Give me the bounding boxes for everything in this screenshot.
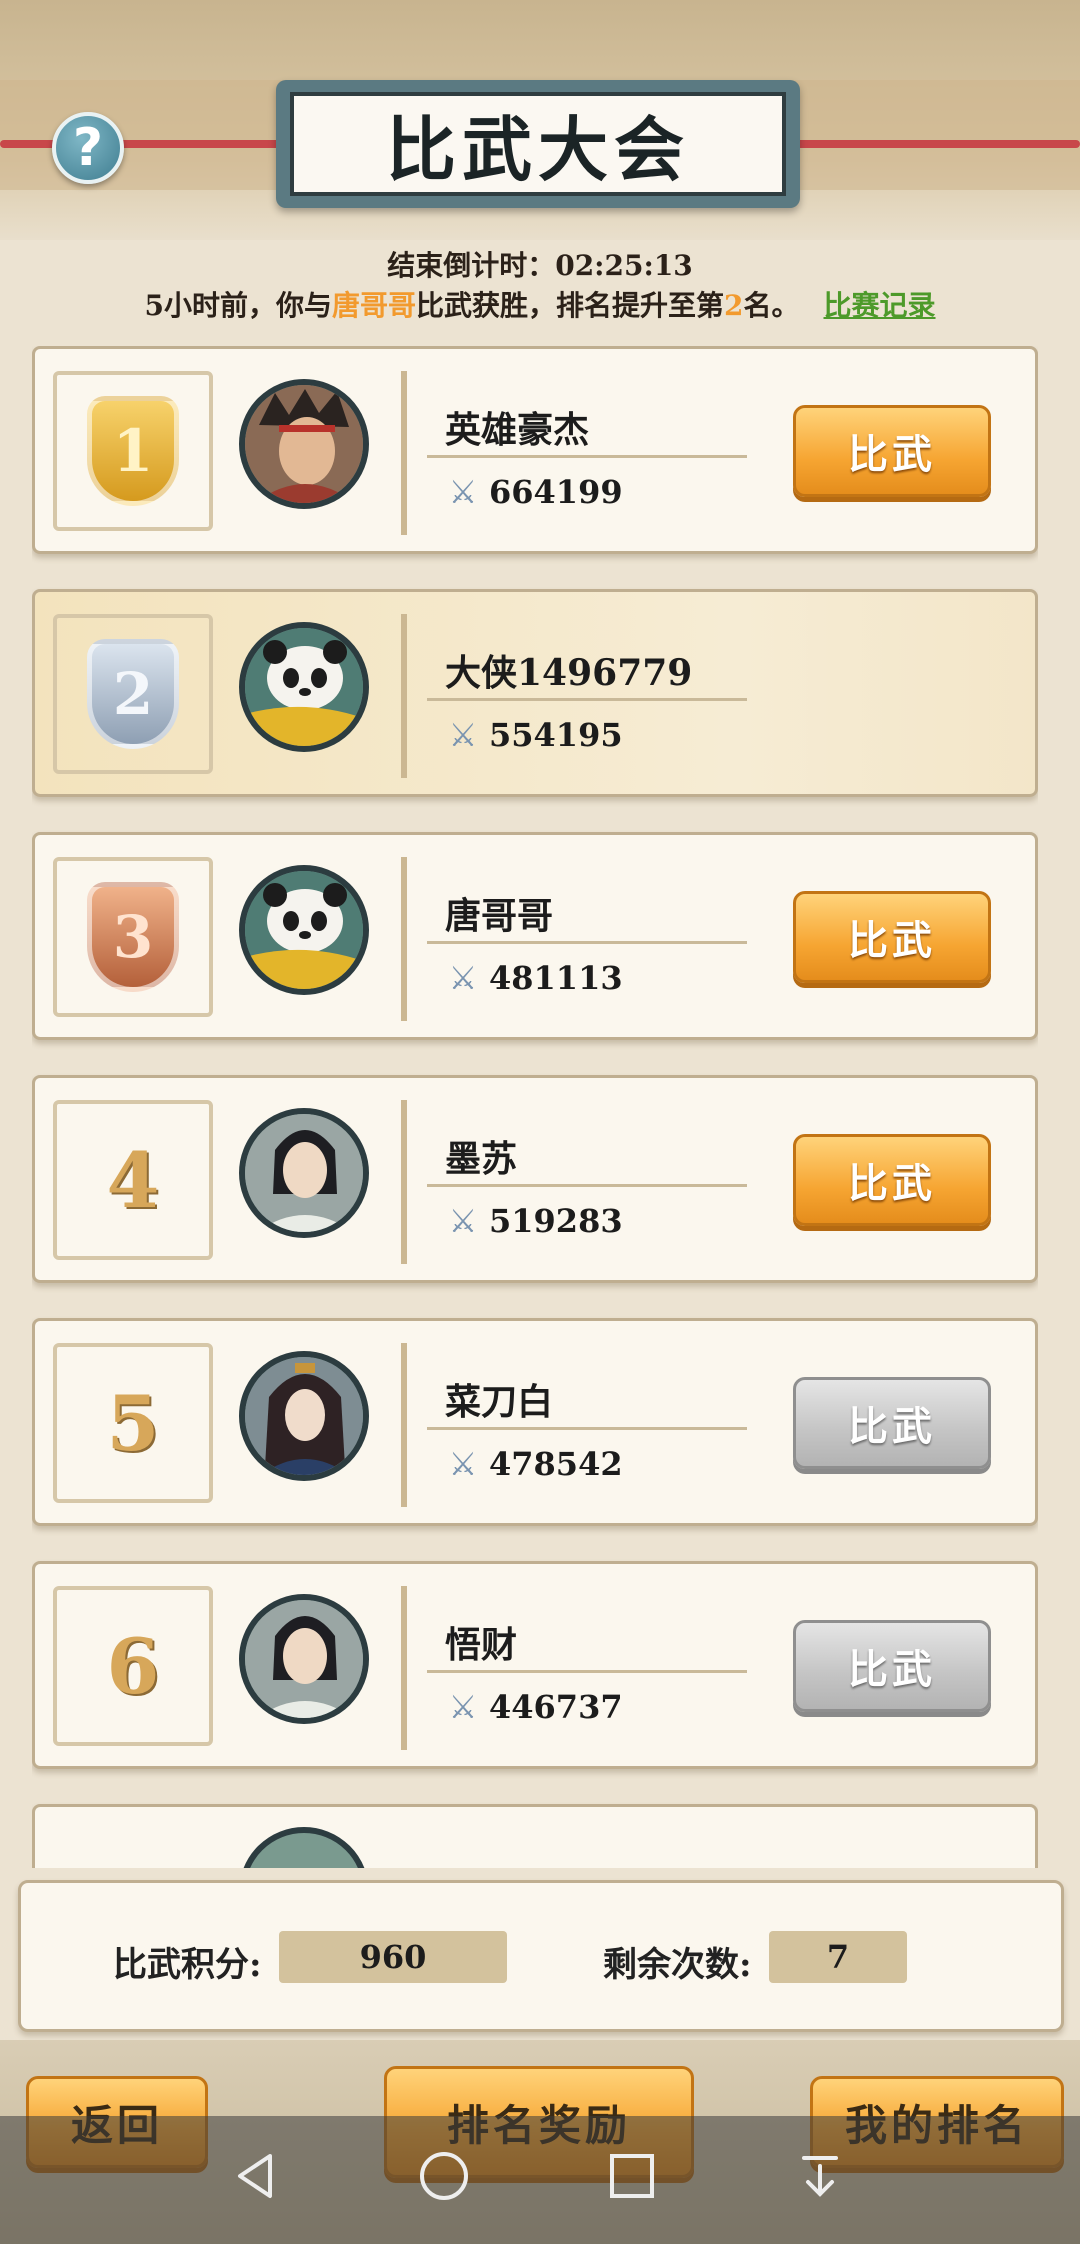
help-button[interactable]: ? xyxy=(52,112,124,184)
home-circle-icon[interactable] xyxy=(414,2146,474,2206)
crossed-swords-icon: ⚔ xyxy=(448,716,478,754)
stats-bar: 比武积分: 960 剩余次数: 7 xyxy=(18,1880,1064,2032)
crossed-swords-icon: ⚔ xyxy=(448,1202,478,1240)
countdown-label: 结束倒计时： xyxy=(387,249,556,282)
ranking-row: 3 唐哥哥 ⚔ 481113 比武 xyxy=(32,832,1038,1040)
rank-box: 5 xyxy=(53,1343,213,1503)
panda-avatar[interactable] xyxy=(239,622,369,752)
player-power: ⚔ 519283 xyxy=(445,1202,623,1240)
divider xyxy=(427,1184,747,1187)
player-power: ⚔ 554195 xyxy=(445,716,623,754)
remaining-value: 7 xyxy=(769,1931,907,1983)
remaining-label: 剩余次数: xyxy=(603,1945,752,1985)
power-value: 446737 xyxy=(489,1688,623,1726)
rank-number: 5 xyxy=(106,1378,160,1468)
ranking-list[interactable]: 1 英雄豪杰 ⚔ 664199 比武 2 大侠1496779 ⚔ 554195 … xyxy=(32,346,1038,1868)
back-triangle-icon[interactable] xyxy=(226,2146,286,2206)
power-value: 664199 xyxy=(489,473,623,511)
rank-box: 3 xyxy=(53,857,213,1017)
divider xyxy=(427,698,747,701)
bronze-medal-icon: 3 xyxy=(87,882,179,992)
divider xyxy=(427,1670,747,1673)
notice-prefix: 5小时前，你与 xyxy=(144,289,332,322)
countdown-value: 02:25:13 xyxy=(555,249,693,282)
player-power: ⚔ 664199 xyxy=(445,473,623,511)
countdown: 结束倒计时：02:25:13 xyxy=(0,244,1080,284)
gold-medal-icon: 1 xyxy=(87,396,179,506)
player-power: ⚔ 481113 xyxy=(445,959,623,997)
recents-square-icon[interactable] xyxy=(602,2146,662,2206)
divider xyxy=(427,455,747,458)
divider xyxy=(427,1427,747,1430)
ranking-row: 1 英雄豪杰 ⚔ 664199 比武 xyxy=(32,346,1038,554)
power-value: 519283 xyxy=(489,1202,623,1240)
player-power: ⚔ 478542 xyxy=(445,1445,623,1483)
ranking-row: 6 悟财 ⚔ 446737 比武 xyxy=(32,1561,1038,1769)
player-name: 英雄豪杰 xyxy=(445,409,590,451)
page-title: 比武大会 xyxy=(290,92,786,196)
red-rope-left xyxy=(0,140,300,148)
warrior-avatar[interactable] xyxy=(239,379,369,509)
scholar-avatar[interactable] xyxy=(239,1594,369,1724)
power-value: 554195 xyxy=(489,716,623,754)
player-name: 墨苏 xyxy=(445,1138,518,1180)
notice-opponent: 唐哥哥 xyxy=(331,289,416,322)
power-value: 481113 xyxy=(489,959,623,997)
power-value: 478542 xyxy=(489,1445,623,1483)
system-nav-bar xyxy=(0,2116,1080,2244)
scholar-avatar[interactable] xyxy=(239,1108,369,1238)
challenge-button[interactable]: 比武 xyxy=(793,405,991,497)
crossed-swords-icon: ⚔ xyxy=(448,473,478,511)
player-name: 悟财 xyxy=(445,1624,518,1666)
silver-medal-icon: 2 xyxy=(87,639,179,749)
notice-suffix: 名。 xyxy=(743,289,800,322)
player-info: 大侠1496779 ⚔ 554195 xyxy=(401,614,1001,778)
player-power: ⚔ 446737 xyxy=(445,1688,623,1726)
challenge-button[interactable]: 比武 xyxy=(793,1134,991,1226)
player-name: 唐哥哥 xyxy=(445,895,554,937)
panda-avatar[interactable] xyxy=(239,865,369,995)
download-arrow-icon[interactable] xyxy=(790,2146,850,2206)
divider xyxy=(427,941,747,944)
notice-rank: 2 xyxy=(724,289,744,322)
rank-box: 6 xyxy=(53,1586,213,1746)
points-label: 比武积分: xyxy=(113,1945,262,1985)
red-rope-right xyxy=(780,140,1080,148)
player-name: 大侠1496779 xyxy=(445,652,693,694)
challenge-button-disabled[interactable]: 比武 xyxy=(793,1620,991,1712)
avatar[interactable] xyxy=(239,1827,369,1868)
challenge-button-disabled[interactable]: 比武 xyxy=(793,1377,991,1469)
points-value: 960 xyxy=(279,1931,507,1983)
player-name: 菜刀白 xyxy=(445,1381,554,1423)
rank-number: 4 xyxy=(106,1135,160,1225)
lady-avatar[interactable] xyxy=(239,1351,369,1481)
battle-notice: 5小时前，你与唐哥哥比武获胜，排名提升至第2名。 比赛记录 xyxy=(0,284,1080,324)
rank-box: 1 xyxy=(53,371,213,531)
rank-box: 4 xyxy=(53,1100,213,1260)
crossed-swords-icon: ⚔ xyxy=(448,1688,478,1726)
crossed-swords-icon: ⚔ xyxy=(448,1445,478,1483)
challenge-button[interactable]: 比武 xyxy=(793,891,991,983)
rank-box: 2 xyxy=(53,614,213,774)
title-plate: 比武大会 xyxy=(276,80,800,208)
match-record-link[interactable]: 比赛记录 xyxy=(824,289,936,322)
rank-number: 6 xyxy=(106,1621,160,1711)
ranking-row: 4 墨苏 ⚔ 519283 比武 xyxy=(32,1075,1038,1283)
notice-middle: 比武获胜，排名提升至第 xyxy=(415,289,724,322)
ranking-row-partial xyxy=(32,1804,1038,1868)
crossed-swords-icon: ⚔ xyxy=(448,959,478,997)
ranking-row: 5 菜刀白 ⚔ 478542 比武 xyxy=(32,1318,1038,1526)
ranking-row-self: 2 大侠1496779 ⚔ 554195 xyxy=(32,589,1038,797)
